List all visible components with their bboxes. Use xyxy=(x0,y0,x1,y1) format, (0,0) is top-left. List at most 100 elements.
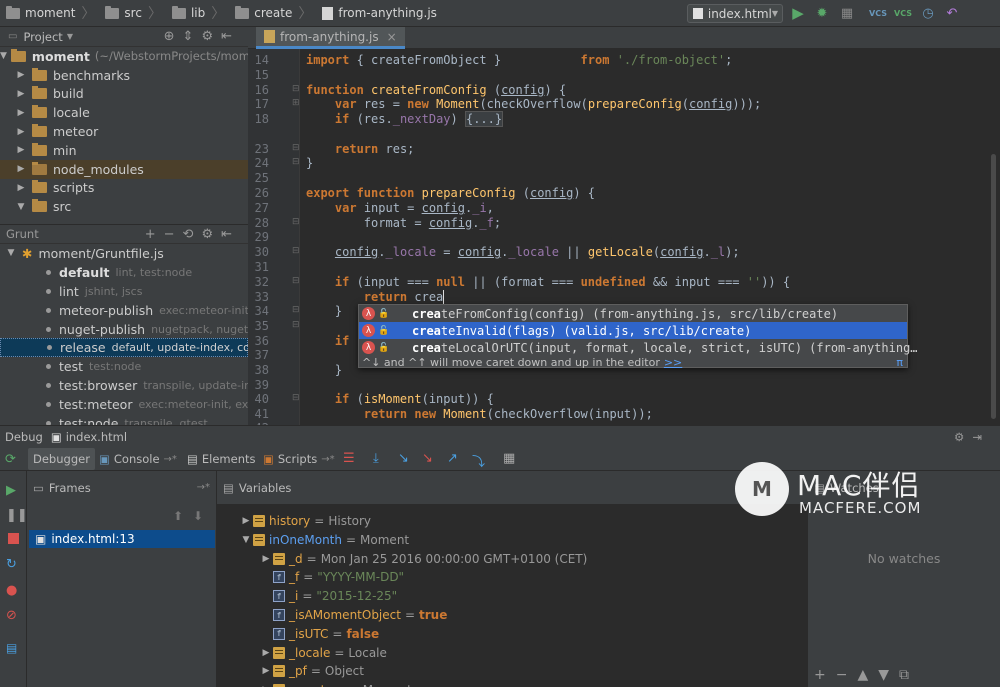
tree-item-locale[interactable]: ▶ locale xyxy=(0,103,248,122)
grunt-task-item[interactable]: nuget-publishnugetpack, nugetpu xyxy=(0,320,248,339)
view-breakpoints-icon[interactable]: ● xyxy=(6,583,20,598)
variable-row[interactable]: ▶ _pf = Object xyxy=(259,662,364,680)
grunt-task-item[interactable]: test:browser transpile, update-ind xyxy=(0,376,248,395)
fold-icon[interactable]: ⊟ xyxy=(292,157,300,167)
grunt-task-item[interactable]: default lint, test:node xyxy=(0,263,248,282)
refresh-icon[interactable]: ↻ xyxy=(6,557,20,572)
chevron-right-icon[interactable]: ▶ xyxy=(259,666,273,676)
move-up-icon[interactable]: ▲ xyxy=(857,667,868,683)
hint-more-link[interactable]: >> xyxy=(664,356,682,369)
tree-item-scripts[interactable]: ▶ scripts xyxy=(0,179,248,198)
grunt-task-item[interactable]: lint jshint, jscs xyxy=(0,282,248,301)
fold-icon[interactable]: ⊟ xyxy=(292,393,300,403)
breadcrumb-lib[interactable]: lib 〉 xyxy=(166,0,229,27)
pause-icon[interactable]: ❚❚ xyxy=(6,508,28,523)
frame-nav-arrows-icon[interactable]: ⬆⬇ xyxy=(173,509,213,523)
grunt-task-item[interactable]: meteor-publishexec:meteor-init, exe xyxy=(0,301,248,320)
breadcrumb-create[interactable]: create 〉 xyxy=(229,0,316,27)
revert-icon[interactable]: ↶ xyxy=(944,5,960,21)
evaluate-expression-icon[interactable]: ▦ xyxy=(503,451,515,466)
pin-icon[interactable]: →* xyxy=(197,482,210,493)
tree-item-node-modules[interactable]: ▶ node_modules xyxy=(0,159,248,179)
chevron-right-icon[interactable]: ▶ xyxy=(259,554,273,564)
tree-item-min[interactable]: ▶ min xyxy=(0,141,248,160)
completion-item[interactable]: λ 🔓 crea teFromConfig (config) (from-anything… xyxy=(359,305,907,322)
tree-item-root[interactable]: ▼ moment (~/WebstormProjects/mom xyxy=(0,47,248,66)
tree-item-benchmarks[interactable]: ▶ benchmarks xyxy=(0,66,248,85)
resume-icon[interactable]: ▶ xyxy=(6,483,20,498)
run-configuration-select[interactable]: index.html ▼ xyxy=(687,4,783,23)
vcs-commit-icon[interactable]: VCS xyxy=(894,5,912,21)
variable-row[interactable]: f _isUTC = false xyxy=(259,625,379,643)
stop-icon[interactable] xyxy=(8,533,19,544)
project-panel-tools-icon[interactable]: ⊕⇕⚙⇤ xyxy=(164,29,240,44)
chevron-right-icon[interactable]: ▶ xyxy=(14,183,28,193)
fold-icon[interactable]: ⊟ xyxy=(292,84,300,94)
tree-item-src[interactable]: ▼ src xyxy=(0,197,248,216)
add-watch-icon[interactable]: + xyxy=(814,667,826,683)
fold-icon[interactable]: ⊞ xyxy=(292,98,300,108)
project-view-selector[interactable]: Project xyxy=(23,30,62,44)
coverage-icon[interactable]: ▦ xyxy=(839,5,855,21)
variable-row[interactable]: f _i = "2015-12-25" xyxy=(259,587,397,605)
grunt-task-item[interactable]: test:meteor exec:meteor-init, exe xyxy=(0,395,248,414)
chevron-down-icon[interactable]: ▼ xyxy=(67,32,73,41)
tab-debugger[interactable]: Debugger xyxy=(28,448,95,470)
completion-item[interactable]: λ 🔓 crea teLocalOrUTC (input, format, locale… xyxy=(359,339,918,356)
move-down-icon[interactable]: ▼ xyxy=(878,667,889,683)
breadcrumb-moment[interactable]: moment 〉 xyxy=(0,0,99,27)
breadcrumb-src[interactable]: src 〉 xyxy=(99,0,166,27)
chevron-right-icon[interactable]: ▶ xyxy=(14,108,28,118)
grunt-task-item[interactable]: test:node transpile, qtest xyxy=(0,414,248,425)
variable-row[interactable]: f _isAMomentObject = true xyxy=(259,606,447,624)
chevron-right-icon[interactable]: ▶ xyxy=(239,516,253,526)
remove-watch-icon[interactable]: − xyxy=(836,667,848,683)
editor-scrollbar[interactable] xyxy=(990,49,1000,425)
chevron-down-icon[interactable]: ▼ xyxy=(14,202,28,212)
tab-from-anything[interactable]: from-anything.js × xyxy=(256,27,405,49)
frame-item[interactable]: ▣ index.html:13 xyxy=(29,530,215,548)
fold-icon[interactable]: ⊟ xyxy=(292,217,300,227)
pi-icon[interactable]: π xyxy=(896,356,903,369)
tree-item-meteor[interactable]: ▶ meteor xyxy=(0,122,248,141)
scroll-thumb[interactable] xyxy=(991,154,996,419)
debug-panel-tools-icon[interactable]: ⚙⇥ xyxy=(954,430,990,444)
chevron-right-icon[interactable]: ▶ xyxy=(14,70,28,80)
variable-row[interactable]: ▶ _locale = Locale xyxy=(259,644,387,662)
completion-item[interactable]: λ 🔓 crea teInvalid (flags) (valid.js, src/lib… xyxy=(359,322,907,339)
grunt-panel-tools-icon[interactable]: +−⟲⚙⇤ xyxy=(145,227,240,242)
variable-row[interactable]: ▼ inOneMonth = Moment xyxy=(239,531,410,549)
run-icon[interactable]: ▶ xyxy=(790,4,806,22)
force-step-into-icon[interactable]: ↘ xyxy=(422,451,433,466)
chevron-right-icon[interactable]: ▶ xyxy=(14,145,28,155)
rerun-icon[interactable]: ⟳ xyxy=(5,452,16,467)
variable-row[interactable]: ▶__proto__=Moment xyxy=(259,681,412,687)
mute-breakpoints-icon[interactable]: ⊘ xyxy=(6,608,20,623)
run-to-cursor-icon[interactable]: ⤵ xyxy=(472,451,485,470)
step-into-icon[interactable]: ↘ xyxy=(398,451,409,466)
chevron-down-icon[interactable]: ▼ xyxy=(239,535,253,545)
grunt-file-node[interactable]: ▼ ✱ moment/Gruntfile.js xyxy=(0,244,248,263)
tab-scripts[interactable]: ▣ Scripts →* xyxy=(258,448,340,470)
variable-row[interactable]: ▶ history = History xyxy=(239,512,372,530)
tree-item-build[interactable]: ▶ build xyxy=(0,85,248,104)
chevron-right-icon[interactable]: ▶ xyxy=(14,164,28,174)
chevron-right-icon[interactable]: ▶ xyxy=(259,648,273,658)
show-execution-point-icon[interactable]: ☰ xyxy=(343,451,355,466)
fold-icon[interactable]: ⊟ xyxy=(292,276,300,286)
close-icon[interactable]: × xyxy=(387,30,397,44)
chevron-down-icon[interactable]: ▼ xyxy=(4,248,18,258)
tab-elements[interactable]: ▤ Elements xyxy=(182,448,260,470)
fold-icon[interactable]: ⊟ xyxy=(292,320,300,330)
debug-bug-icon[interactable]: ✹ xyxy=(814,5,830,21)
chevron-right-icon[interactable]: ▶ xyxy=(14,127,28,137)
fold-icon[interactable]: ⊟ xyxy=(292,246,300,256)
grunt-task-item[interactable]: test test:node xyxy=(0,357,248,376)
variable-row[interactable]: ▶ _d = Mon Jan 25 2016 00:00:00 GMT+0100 (C… xyxy=(259,550,588,568)
grunt-task-item[interactable]: release default, update-index, com xyxy=(0,338,248,358)
step-out-icon[interactable]: ↗ xyxy=(447,451,458,466)
breadcrumb-file[interactable]: from-anything.js xyxy=(316,0,441,27)
copy-icon[interactable]: ⧉ xyxy=(899,667,909,683)
vcs-update-icon[interactable]: VCS xyxy=(869,5,887,21)
tab-console[interactable]: ▣ Console →* xyxy=(94,448,182,470)
